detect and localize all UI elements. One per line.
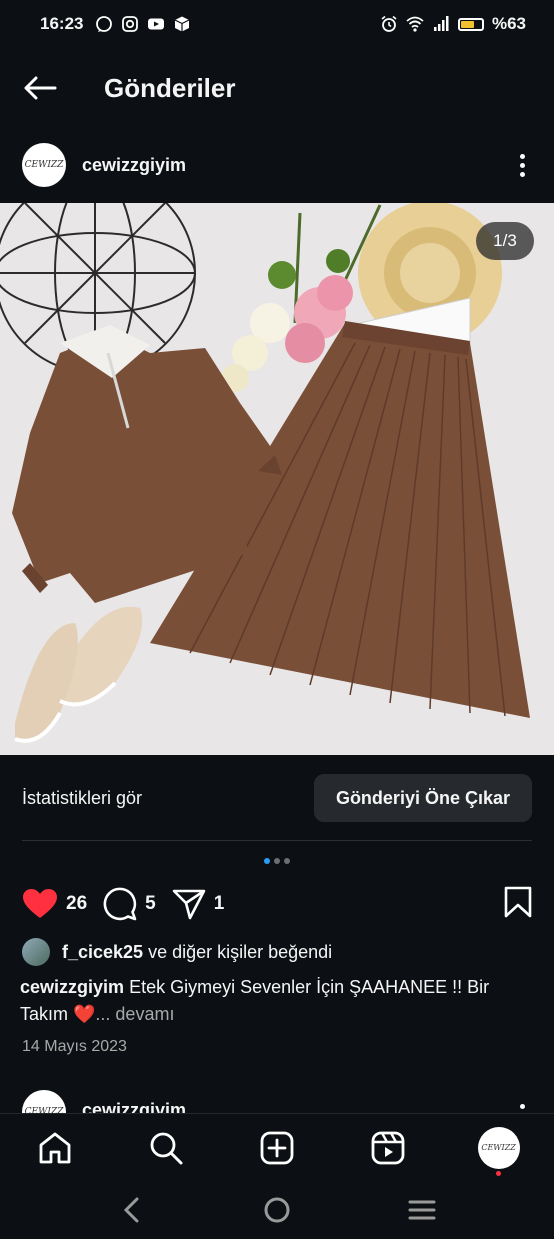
comment-icon — [103, 887, 137, 921]
profile-avatar: CEWIZZ — [477, 1126, 520, 1169]
like-button[interactable]: 26 — [22, 888, 87, 920]
battery-percent: %63 — [491, 14, 526, 33]
liked-by-line[interactable]: f_cicek25 ve diğer kişiler beğendi — [22, 938, 332, 966]
post-image[interactable] — [0, 203, 554, 755]
carousel-dot — [284, 858, 290, 864]
whatsapp-icon — [96, 16, 113, 32]
status-bar: 16:23 %63 — [0, 0, 554, 48]
send-icon — [172, 889, 206, 920]
nav-reels[interactable] — [366, 1126, 410, 1170]
more-dot-icon — [519, 1103, 525, 1109]
home-icon — [39, 1132, 71, 1163]
nav-home[interactable] — [33, 1126, 77, 1170]
more-dot-icon — [519, 171, 525, 177]
outfit-photo — [0, 203, 554, 755]
engagement-bar: 26 5 1 — [0, 882, 554, 926]
carousel-indicator — [0, 858, 554, 864]
chevron-left-icon — [124, 1197, 139, 1223]
share-button[interactable]: 1 — [172, 888, 225, 920]
likes-count: 26 — [66, 893, 88, 914]
post-actions-row: İstatistikleri gör Gönderiyi Öne Çıkar — [0, 774, 554, 822]
post-header: CEWIZZ cewizzgiyim — [0, 140, 554, 190]
avatar[interactable]: CEWIZZ — [22, 143, 66, 187]
post-caption: cewizzgiyim Etek Giymeyi Sevenler İçin Ş… — [20, 974, 530, 1028]
caption-more-link[interactable]: ... devamı — [95, 1004, 174, 1024]
bottom-nav: CEWIZZ — [0, 1113, 554, 1181]
post-date: 14 Mayıs 2023 — [22, 1038, 127, 1055]
comments-count: 5 — [145, 893, 156, 914]
search-icon — [150, 1132, 183, 1164]
nav-create[interactable] — [255, 1126, 299, 1170]
image-counter-badge: 1/3 — [476, 222, 534, 260]
signal-icon — [433, 16, 449, 31]
more-dot-icon — [519, 162, 525, 168]
heart-icon — [23, 889, 57, 918]
carousel-dot — [274, 858, 280, 864]
wifi-icon — [406, 16, 424, 32]
more-options-button[interactable] — [512, 150, 532, 180]
save-button[interactable] — [504, 886, 532, 923]
arrow-left-icon — [24, 76, 57, 100]
liked-by-suffix: ve diğer kişiler beğendi — [148, 941, 333, 962]
liker-avatar — [22, 938, 50, 966]
system-icons: %63 — [380, 14, 526, 34]
system-navigation-bar — [0, 1181, 554, 1239]
alarm-icon — [381, 15, 397, 32]
reels-icon — [371, 1131, 405, 1164]
liker-username[interactable]: f_cicek25 — [62, 942, 143, 963]
page-title: Gönderiler — [104, 72, 236, 103]
view-insights-link[interactable]: İstatistikleri gör — [22, 788, 142, 809]
comment-button[interactable]: 5 — [103, 887, 156, 921]
menu-lines-icon — [408, 1200, 436, 1220]
post-username[interactable]: cewizzgiyim — [82, 155, 186, 176]
more-dot-icon — [519, 153, 525, 159]
bookmark-icon — [504, 886, 532, 917]
divider — [22, 840, 532, 841]
system-back-button[interactable] — [110, 1188, 154, 1232]
nav-profile[interactable]: CEWIZZ — [477, 1126, 521, 1176]
youtube-icon — [148, 18, 165, 30]
plus-square-icon — [260, 1131, 294, 1164]
status-time: 16:23 — [40, 14, 84, 33]
boost-post-button[interactable]: Gönderiyi Öne Çıkar — [313, 774, 532, 822]
notification-icons — [95, 15, 191, 33]
app-header: Gönderiler — [0, 56, 554, 120]
circle-home-icon — [264, 1197, 290, 1223]
carousel-dot — [264, 858, 270, 864]
battery-icon — [457, 17, 484, 31]
system-recents-button[interactable] — [400, 1188, 444, 1232]
nav-search[interactable] — [144, 1126, 188, 1170]
system-home-button[interactable] — [255, 1188, 299, 1232]
shares-count: 1 — [213, 893, 225, 914]
caption-username[interactable]: cewizzgiyim — [20, 977, 124, 997]
back-button[interactable] — [20, 68, 60, 108]
notification-dot — [495, 1170, 501, 1176]
instagram-icon — [122, 16, 139, 32]
box-icon — [175, 16, 190, 32]
